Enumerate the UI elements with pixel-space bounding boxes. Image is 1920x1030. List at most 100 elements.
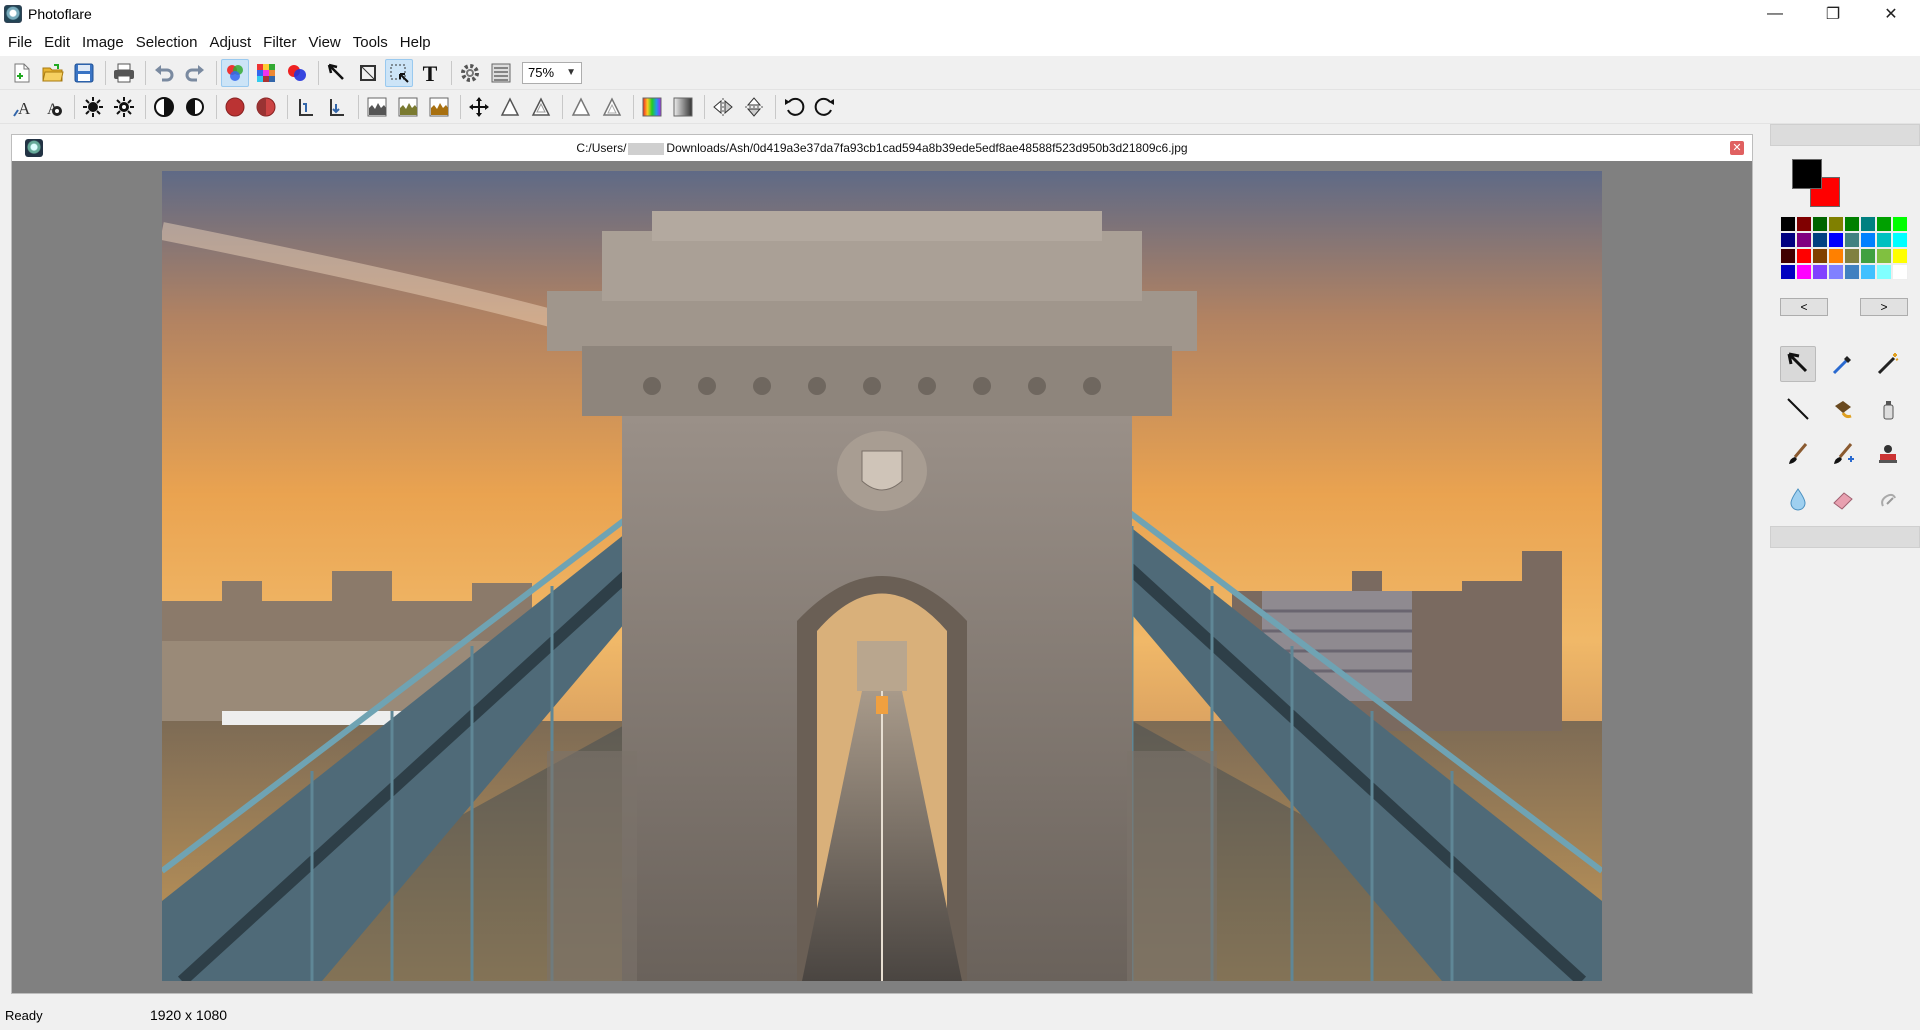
contrast-icon[interactable] <box>150 93 178 121</box>
color-balance-icon[interactable] <box>221 58 249 87</box>
magic-wand-icon[interactable] <box>1870 346 1906 382</box>
paintbrush-plus-icon[interactable] <box>1825 436 1861 472</box>
crop-tool-icon[interactable] <box>354 59 382 87</box>
flip-horizontal-icon[interactable] <box>709 93 737 121</box>
palette-swatch[interactable] <box>1780 232 1796 248</box>
auto-levels-icon[interactable]: A <box>8 93 36 121</box>
palette-swatch[interactable] <box>1780 264 1796 280</box>
palette-swatch[interactable] <box>1876 264 1892 280</box>
palette-swatch[interactable] <box>1828 216 1844 232</box>
palette-swatch[interactable] <box>1892 232 1908 248</box>
menu-edit[interactable]: Edit <box>38 30 76 55</box>
menu-adjust[interactable]: Adjust <box>203 30 257 55</box>
pointer-tool-icon[interactable] <box>323 59 351 87</box>
zoom-select[interactable]: 75% ▼ <box>522 61 582 84</box>
palette-swatch[interactable] <box>1892 248 1908 264</box>
saturation-alt-icon[interactable] <box>252 93 280 121</box>
paint-bucket-icon[interactable] <box>1825 391 1861 427</box>
settings-icon[interactable] <box>456 59 484 87</box>
brightness-alt-icon[interactable] <box>110 93 138 121</box>
histogram-green-icon[interactable] <box>394 93 422 121</box>
palette-swatch[interactable] <box>1860 248 1876 264</box>
new-file-icon[interactable] <box>8 59 36 87</box>
rotate-right-icon[interactable] <box>811 93 839 121</box>
histogram-yellow-icon[interactable] <box>425 93 453 121</box>
menu-help[interactable]: Help <box>394 30 437 55</box>
minimize-button[interactable]: — <box>1746 0 1804 28</box>
palette-swatch[interactable] <box>1828 248 1844 264</box>
menu-filter[interactable]: Filter <box>257 30 302 55</box>
rgb-circles-icon[interactable] <box>283 59 311 87</box>
palette-swatch[interactable] <box>1812 232 1828 248</box>
paintbrush-icon[interactable] <box>1780 436 1816 472</box>
rotate-left-icon[interactable] <box>780 93 808 121</box>
palette-swatch[interactable] <box>1796 216 1812 232</box>
menu-selection[interactable]: Selection <box>130 30 204 55</box>
text-tool-icon[interactable]: T <box>416 59 444 87</box>
spray-can-icon[interactable] <box>1870 391 1906 427</box>
blur-drop-icon[interactable] <box>1780 481 1816 517</box>
tools-dock-footer[interactable] <box>1770 526 1920 548</box>
rainbow-gradient-icon[interactable] <box>638 93 666 121</box>
menu-tools[interactable]: Tools <box>347 30 394 55</box>
redo-icon[interactable] <box>181 59 209 87</box>
palette-swatch[interactable] <box>1828 264 1844 280</box>
palette-next-button[interactable]: > <box>1860 298 1908 316</box>
palette-swatch[interactable] <box>1812 216 1828 232</box>
menu-image[interactable]: Image <box>76 30 130 55</box>
saturation-icon[interactable] <box>221 93 249 121</box>
layers-list-icon[interactable] <box>487 59 515 87</box>
document-close-icon[interactable]: ✕ <box>1730 141 1744 155</box>
palette-swatch[interactable] <box>1844 248 1860 264</box>
menu-file[interactable]: File <box>2 30 38 55</box>
mosaic-icon[interactable] <box>252 59 280 87</box>
histogram-icon[interactable] <box>363 93 391 121</box>
palette-swatch[interactable] <box>1796 248 1812 264</box>
pointer-icon[interactable] <box>1780 346 1816 382</box>
sharpen-icon[interactable] <box>496 93 524 121</box>
palette-swatch[interactable] <box>1876 216 1892 232</box>
sharpen-alt-icon[interactable] <box>527 93 555 121</box>
palette-swatch[interactable] <box>1780 248 1796 264</box>
print-icon[interactable] <box>110 59 138 87</box>
undo-icon[interactable] <box>150 59 178 87</box>
palette-swatch[interactable] <box>1844 264 1860 280</box>
save-icon[interactable] <box>70 59 98 87</box>
open-folder-icon[interactable] <box>39 59 67 87</box>
palette-swatch[interactable] <box>1892 216 1908 232</box>
maximize-button[interactable]: ❐ <box>1804 0 1862 28</box>
foreground-color-swatch[interactable] <box>1792 159 1822 189</box>
color-picker-icon[interactable] <box>1825 346 1861 382</box>
eraser-icon[interactable] <box>1825 481 1861 517</box>
palette-swatch[interactable] <box>1860 216 1876 232</box>
palette-swatch[interactable] <box>1812 264 1828 280</box>
grayscale-gradient-icon[interactable] <box>669 93 697 121</box>
palette-swatch[interactable] <box>1892 264 1908 280</box>
close-button[interactable]: ✕ <box>1862 0 1920 28</box>
palette-swatch[interactable] <box>1812 248 1828 264</box>
gamma-alt-icon[interactable] <box>323 93 351 121</box>
palette-swatch[interactable] <box>1796 232 1812 248</box>
flip-vertical-icon[interactable] <box>740 93 768 121</box>
palette-swatch[interactable] <box>1780 216 1796 232</box>
image-canvas[interactable] <box>162 171 1602 981</box>
palette-swatch[interactable] <box>1860 264 1876 280</box>
line-icon[interactable] <box>1780 391 1816 427</box>
blur-icon[interactable] <box>567 93 595 121</box>
contrast-alt-icon[interactable] <box>181 93 209 121</box>
palette-prev-button[interactable]: < <box>1780 298 1828 316</box>
blur-alt-icon[interactable] <box>598 93 626 121</box>
brightness-icon[interactable] <box>79 93 107 121</box>
stamp-icon[interactable] <box>1870 436 1906 472</box>
palette-swatch[interactable] <box>1844 216 1860 232</box>
move-icon[interactable] <box>465 93 493 121</box>
palette-swatch[interactable] <box>1876 248 1892 264</box>
palette-swatch[interactable] <box>1796 264 1812 280</box>
palette-swatch[interactable] <box>1876 232 1892 248</box>
palette-swatch[interactable] <box>1860 232 1876 248</box>
smudge-icon[interactable] <box>1870 481 1906 517</box>
palette-dock-header[interactable] <box>1770 124 1920 146</box>
palette-swatch[interactable] <box>1828 232 1844 248</box>
palette-swatch[interactable] <box>1844 232 1860 248</box>
gamma-icon[interactable] <box>292 93 320 121</box>
